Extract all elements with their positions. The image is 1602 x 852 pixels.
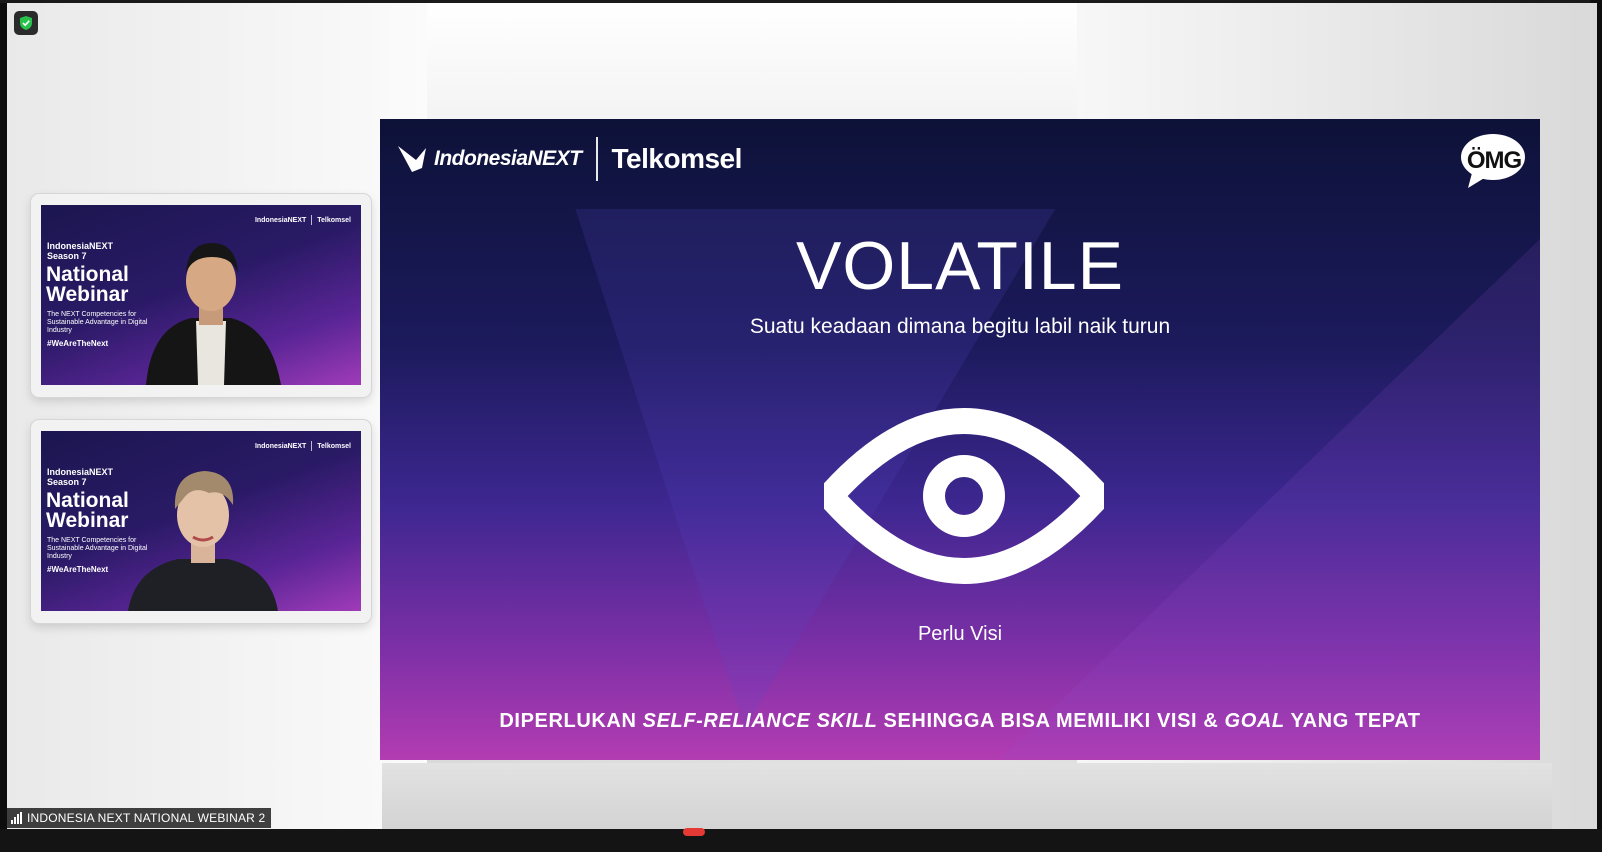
shield-check-icon[interactable]	[14, 11, 38, 35]
brand-left-label: IndonesiaNEXT	[254, 442, 307, 450]
brand-right-label: Telkomsel	[317, 442, 351, 450]
participant-2-brand: IndonesiaNEXT Telkomsel	[255, 441, 351, 451]
slide-subtitle: Suatu keadaan dimana begitu labil naik t…	[749, 315, 1171, 338]
slide-title: VOLATILE	[796, 228, 1124, 304]
logo-divider	[595, 137, 598, 181]
season-label: IndonesiaNEXT Season 7	[47, 467, 114, 487]
signal-strength-icon	[11, 812, 22, 824]
notification-badge[interactable]	[683, 828, 705, 836]
presenter-1-figure	[146, 243, 281, 385]
meeting-name-label: INDONESIA NEXT NATIONAL WEBINAR 2	[27, 811, 266, 825]
meeting-name-bar: INDONESIA NEXT NATIONAL WEBINAR 2	[7, 808, 272, 828]
hashtag-label: #WeAreTheNext	[47, 339, 109, 348]
shared-screen-slide: IndonesiaNEXT Telkomsel ÖMG VOLATILE Sua…	[380, 119, 1540, 760]
participant-1-background: IndonesiaNEXT Telkomsel IndonesiaNEXT Se…	[41, 205, 361, 385]
background-ceiling	[327, 3, 1117, 123]
slide-brand-logos: IndonesiaNEXT Telkomsel	[396, 137, 742, 181]
participant-1-brand: IndonesiaNEXT Telkomsel	[255, 215, 351, 225]
webinar-title: National Webinar	[46, 489, 129, 532]
top-border	[0, 0, 1590, 3]
slide-bottom-statement: DIPERLUKAN SELF-RELIANCE SKILL SEHINGGA …	[499, 710, 1421, 732]
participant-video-1[interactable]: IndonesiaNEXT Telkomsel IndonesiaNEXT Se…	[31, 194, 371, 397]
indonesianext-wing-icon	[398, 146, 426, 172]
telkomsel-logo-text: Telkomsel	[611, 143, 743, 174]
video-stage: IndonesiaNEXT Telkomsel IndonesiaNEXT Se…	[7, 3, 1597, 849]
indonesianext-logo-text: IndonesiaNEXT	[434, 147, 582, 170]
participant-video-2[interactable]: IndonesiaNEXT Telkomsel IndonesiaNEXT Se…	[31, 420, 371, 623]
participant-2-background: IndonesiaNEXT Telkomsel IndonesiaNEXT Se…	[41, 431, 361, 611]
eye-icon	[824, 408, 1104, 584]
slide-caption: Perlu Visi	[917, 623, 1003, 645]
brand-left-label: IndonesiaNEXT	[254, 216, 307, 224]
omg-logo-text: ÖMG	[1466, 147, 1522, 174]
brand-right-label: Telkomsel	[317, 216, 351, 224]
season-label: IndonesiaNEXT Season 7	[47, 241, 114, 261]
presenter-2-figure	[128, 471, 278, 611]
bottom-toolbar-strip	[0, 829, 1602, 852]
webinar-title: National Webinar	[46, 263, 129, 306]
hashtag-label: #WeAreTheNext	[47, 565, 109, 574]
